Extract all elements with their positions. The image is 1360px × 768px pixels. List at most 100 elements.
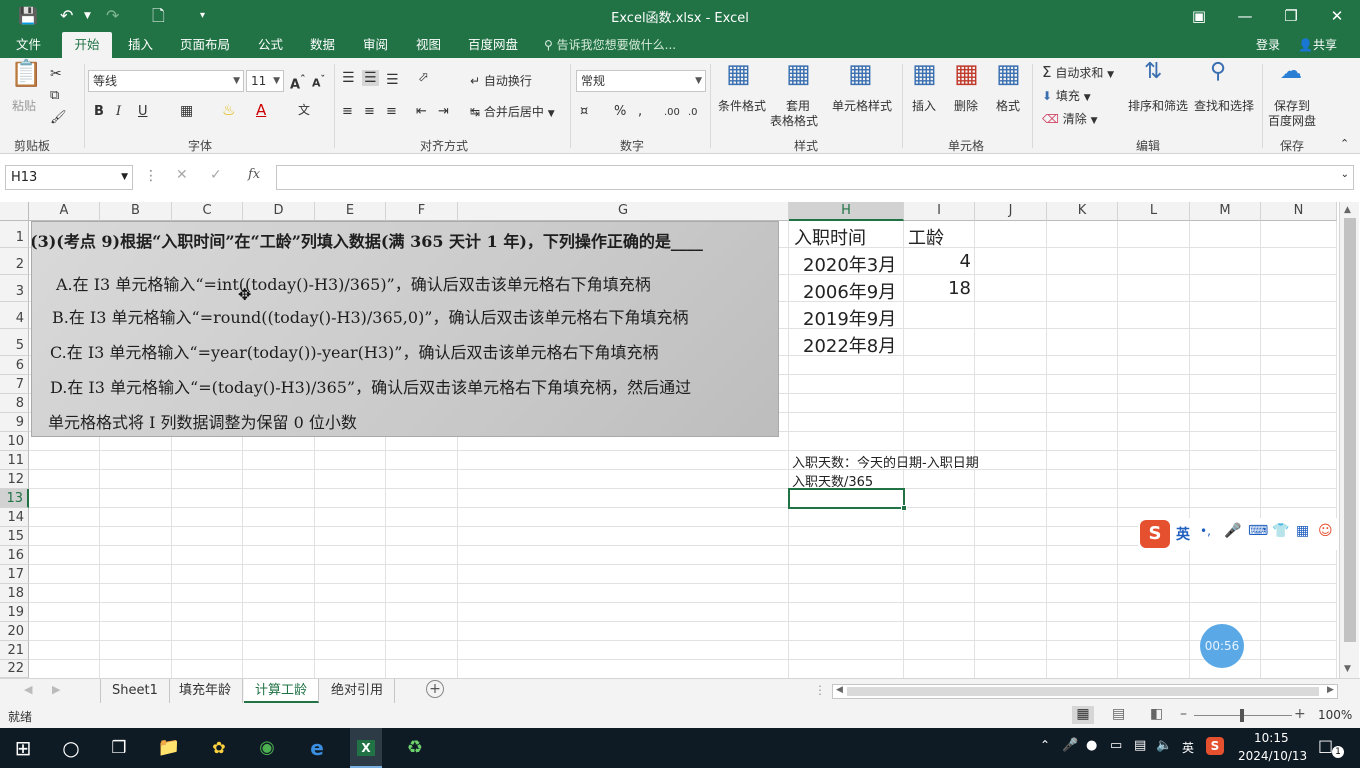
column-header-m[interactable]: M: [1190, 202, 1261, 221]
share-button[interactable]: 👤共享: [1298, 32, 1337, 58]
column-header-e[interactable]: E: [315, 202, 386, 221]
cell-h3[interactable]: 2006年9月: [803, 278, 896, 304]
format-cells-button[interactable]: 格式: [996, 98, 1020, 114]
horizontal-scroll-thumb[interactable]: [847, 687, 1319, 696]
column-header-d[interactable]: D: [243, 202, 315, 221]
tell-me-search[interactable]: ⚲ 告诉我您想要做什么...: [544, 32, 676, 58]
row-header-7[interactable]: 7: [0, 375, 29, 394]
tab-baidu-netdisk[interactable]: 百度网盘: [460, 32, 526, 58]
comma-icon[interactable]: ,: [638, 104, 642, 120]
font-size-combo[interactable]: 11 ▼: [246, 70, 284, 92]
cell-style-icon[interactable]: ▦: [848, 61, 873, 87]
prev-sheet-icon[interactable]: ◀: [24, 683, 32, 696]
row-header-3[interactable]: 3: [0, 275, 29, 302]
table-format-icon[interactable]: ▦: [786, 61, 811, 87]
skin-icon[interactable]: 👕: [1272, 523, 1289, 539]
decrease-font-icon[interactable]: Aˇ: [312, 72, 325, 92]
tray-expand-icon[interactable]: ⌃: [1040, 738, 1050, 752]
microphone-icon[interactable]: 🎤: [1224, 523, 1241, 539]
tab-split-handle-icon[interactable]: ⋮: [814, 683, 826, 697]
edge-icon[interactable]: e: [304, 736, 330, 760]
column-header-f[interactable]: F: [386, 202, 458, 221]
page-break-view-icon[interactable]: ◧: [1150, 706, 1163, 722]
align-middle-icon[interactable]: ☰: [362, 70, 379, 86]
row-header-15[interactable]: 15: [0, 527, 29, 546]
sort-filter-button[interactable]: 排序和筛选: [1128, 98, 1188, 114]
baidu-netdisk-icon[interactable]: ☁: [1280, 61, 1302, 83]
find-select-icon[interactable]: ⚲: [1210, 61, 1226, 83]
login-link[interactable]: 登录: [1256, 32, 1280, 58]
row-header-17[interactable]: 17: [0, 565, 29, 584]
row-header-8[interactable]: 8: [0, 394, 29, 413]
microphone-tray-icon[interactable]: 🎤: [1062, 738, 1078, 753]
cell-h5[interactable]: 2022年8月: [803, 332, 896, 358]
punctuation-icon[interactable]: •,: [1200, 524, 1211, 538]
conditional-format-button[interactable]: 条件格式: [718, 98, 766, 114]
tab-formulas[interactable]: 公式: [250, 32, 291, 58]
paste-label[interactable]: 粘贴: [12, 98, 36, 114]
row-header-5[interactable]: 5: [0, 329, 29, 356]
row-header-6[interactable]: 6: [0, 356, 29, 375]
taskbar-ime-lang[interactable]: 英: [1182, 739, 1194, 756]
cell-h4[interactable]: 2019年9月: [803, 305, 896, 331]
orientation-icon[interactable]: ⬀: [418, 70, 429, 86]
keyboard-icon[interactable]: ⌨: [1248, 523, 1268, 539]
column-header-i[interactable]: I: [904, 202, 975, 221]
green-app-icon[interactable]: ♻: [402, 736, 428, 760]
scroll-down-icon[interactable]: ▼: [1344, 664, 1351, 674]
insert-cells-button[interactable]: 插入: [912, 98, 936, 114]
name-box[interactable]: H13 ▼: [5, 165, 133, 190]
cell-h11[interactable]: 入职天数：今天的日期-入职日期: [792, 452, 979, 471]
increase-font-icon[interactable]: Aˆ: [290, 72, 305, 93]
cell-h2[interactable]: 2020年3月: [803, 251, 896, 277]
align-center-icon[interactable]: ≡: [364, 104, 375, 120]
row-header-19[interactable]: 19: [0, 603, 29, 622]
horizontal-scrollbar[interactable]: ◀ ▶: [832, 684, 1338, 699]
delete-cells-icon[interactable]: ▦: [954, 61, 979, 87]
number-format-combo[interactable]: 常规 ▼: [576, 70, 706, 92]
row-header-22[interactable]: 22: [0, 660, 29, 678]
chrome-icon[interactable]: ◉: [254, 736, 280, 760]
format-cells-icon[interactable]: ▦: [996, 61, 1021, 87]
sort-filter-icon[interactable]: ⇅: [1144, 61, 1162, 83]
sogou-tray-icon[interactable]: S: [1206, 737, 1224, 755]
column-header-k[interactable]: K: [1047, 202, 1118, 221]
row-header-20[interactable]: 20: [0, 622, 29, 641]
windows-start-icon[interactable]: ⊞: [10, 736, 36, 760]
table-format-label-1[interactable]: 套用: [786, 98, 810, 114]
tab-data[interactable]: 数据: [302, 32, 343, 58]
ribbon-display-icon[interactable]: ▣: [1181, 4, 1217, 28]
selected-cell-h13[interactable]: [788, 488, 905, 509]
volume-icon[interactable]: 🔈: [1156, 738, 1172, 753]
currency-icon[interactable]: ¤: [580, 104, 588, 120]
tab-page-layout[interactable]: 页面布局: [172, 32, 238, 58]
phonetic-icon[interactable]: 文: [298, 102, 310, 118]
toolbox-icon[interactable]: ▦: [1296, 523, 1309, 539]
row-header-10[interactable]: 10: [0, 432, 29, 451]
row-header-14[interactable]: 14: [0, 508, 29, 527]
fill-button[interactable]: ⬇ 填充 ▼: [1042, 88, 1091, 106]
network-icon[interactable]: ▤: [1134, 738, 1146, 753]
insert-function-icon[interactable]: fx: [248, 167, 260, 182]
row-header-11[interactable]: 11: [0, 451, 29, 470]
row-header-12[interactable]: 12: [0, 470, 29, 489]
merge-center-button[interactable]: ↹ 合并后居中 ▼: [470, 104, 555, 122]
ime-lang[interactable]: 英: [1176, 524, 1190, 544]
italic-icon[interactable]: I: [116, 104, 121, 120]
tab-insert[interactable]: 插入: [120, 32, 161, 58]
notification-icon[interactable]: □: [1318, 736, 1333, 755]
tab-file[interactable]: 文件: [8, 32, 49, 58]
file-explorer-icon[interactable]: 📁: [156, 736, 182, 760]
save-to-label-2[interactable]: 百度网盘: [1268, 113, 1316, 129]
underline-icon[interactable]: U: [138, 104, 148, 120]
battery-icon[interactable]: ▭: [1110, 738, 1122, 753]
paste-icon[interactable]: 📋: [10, 61, 42, 87]
sheet-tab-absolute-ref[interactable]: 绝对引用: [320, 679, 396, 703]
format-painter-icon[interactable]: 🖌: [50, 110, 67, 126]
column-header-h[interactable]: H: [789, 202, 904, 221]
sheet-tab-calc-seniority[interactable]: 计算工龄: [244, 679, 320, 703]
zoom-in-icon[interactable]: +: [1294, 706, 1306, 722]
embedded-question-image[interactable]: (3)(考点 9)根据“入职时间”在“工龄”列填入数据(满 365 天计 1 年…: [31, 221, 779, 437]
cut-icon[interactable]: ✂: [50, 66, 62, 82]
row-header-4[interactable]: 4: [0, 302, 29, 329]
